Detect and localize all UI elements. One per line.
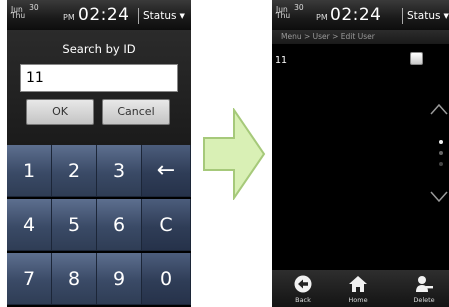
- date-day-number: 30: [29, 3, 39, 12]
- breadcrumb: Menu > User > Edit User: [272, 30, 449, 44]
- date-weekday: Thu: [11, 11, 26, 20]
- scroll-up-icon[interactable]: [429, 102, 449, 116]
- user-list: 11: [272, 44, 449, 270]
- page-indicator-dot: [439, 162, 443, 166]
- status-label: Status: [143, 10, 177, 22]
- home-icon: [349, 276, 367, 292]
- clock: 02:24: [330, 5, 382, 25]
- divider: [138, 8, 139, 24]
- dialog-title: Search by ID: [62, 42, 136, 56]
- key-4[interactable]: 4: [7, 199, 52, 251]
- divider: [402, 8, 403, 24]
- key-1[interactable]: 1: [7, 145, 52, 197]
- status-menu-button[interactable]: Status ▼: [407, 10, 449, 22]
- date-day-number: 30: [294, 3, 304, 12]
- delete-label: Delete: [413, 296, 435, 304]
- key-5[interactable]: 5: [52, 199, 97, 251]
- cancel-button[interactable]: Cancel: [102, 99, 170, 125]
- user-select-checkbox[interactable]: [410, 52, 423, 65]
- numeric-keypad: 1 2 3 ← 4 5 6 C 7 8 9 0: [7, 145, 191, 307]
- back-label: Back: [295, 296, 311, 304]
- page-indicator-dot: [439, 151, 443, 155]
- date-weekday: Thu: [276, 11, 291, 20]
- status-label: Status: [407, 10, 441, 22]
- home-label: Home: [348, 296, 368, 304]
- key-9[interactable]: 9: [97, 253, 142, 305]
- edit-user-screen: Jun 30 Thu PM 02:24 Status ▼ Menu > User …: [272, 0, 449, 307]
- key-0[interactable]: 0: [142, 253, 191, 305]
- back-button[interactable]: Back: [283, 274, 323, 304]
- date-display: Jun 30 Thu: [11, 3, 39, 20]
- page-indicator-dot-active: [439, 140, 443, 144]
- back-arrow-icon: [294, 275, 312, 293]
- dropdown-triangle-icon: ▼: [179, 12, 185, 20]
- dropdown-triangle-icon: ▼: [443, 12, 449, 20]
- transition-arrow-icon: [203, 108, 266, 200]
- scroll-down-icon[interactable]: [429, 190, 449, 204]
- status-bar: Jun 30 Thu PM 02:24 Status ▼: [272, 0, 449, 30]
- search-by-id-screen: Jun 30 Thu PM 02:24 Status ▼ Search by ID…: [7, 0, 191, 307]
- key-3[interactable]: 3: [97, 145, 142, 197]
- key-2[interactable]: 2: [52, 145, 97, 197]
- search-dialog: Search by ID 11 OK Cancel: [7, 30, 191, 145]
- date-display: Jun 30 Thu: [276, 3, 304, 20]
- bottom-nav-bar: Back Home Delete: [272, 270, 449, 307]
- status-bar: Jun 30 Thu PM 02:24 Status ▼: [7, 0, 191, 30]
- backspace-key[interactable]: ←: [142, 145, 191, 197]
- clock: 02:24: [78, 5, 130, 25]
- home-button[interactable]: Home: [338, 274, 378, 304]
- clear-key[interactable]: C: [142, 199, 191, 251]
- key-7[interactable]: 7: [7, 253, 52, 305]
- status-menu-button[interactable]: Status ▼: [143, 10, 185, 22]
- key-8[interactable]: 8: [52, 253, 97, 305]
- ampm-indicator: PM: [316, 13, 328, 22]
- delete-user-icon: [416, 276, 433, 292]
- delete-button[interactable]: Delete: [404, 274, 444, 304]
- key-6[interactable]: 6: [97, 199, 142, 251]
- user-id-label: 11: [275, 55, 288, 66]
- ampm-indicator: PM: [63, 13, 75, 22]
- ok-button[interactable]: OK: [26, 99, 94, 125]
- id-input-field[interactable]: 11: [20, 64, 178, 92]
